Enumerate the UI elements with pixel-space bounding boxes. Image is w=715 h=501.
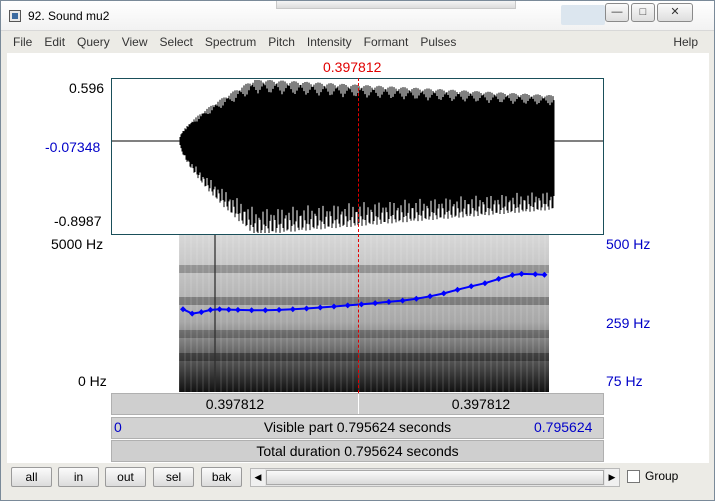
minimize-button[interactable]: — [605,3,629,22]
menu-spectrum[interactable]: Spectrum [199,35,262,49]
cursor-time-label: 0.397812 [323,59,382,75]
scroll-left-arrow-icon[interactable]: ◀ [251,469,265,486]
total-duration-bar[interactable]: Total duration 0.795624 seconds [111,440,604,462]
zoom-back-button[interactable]: bak [201,467,242,487]
sound-canvas[interactable]: 0.397812 0.596 -0.07348 -0.8987 5000 Hz … [7,53,709,463]
pitch-mid-label: 259 Hz [606,315,651,331]
spectrogram-band [179,265,549,273]
waveform-ymax-label: 0.596 [69,80,105,96]
window-title: 92. Sound mu2 [28,9,110,23]
pitch-min-label: 75 Hz [606,373,643,389]
sound-editor-window: 92. Sound mu2 — □ ✕ File Edit Query View… [0,0,715,501]
horizontal-scrollbar[interactable]: ◀ ▶ [250,468,620,487]
menu-select[interactable]: Select [154,35,199,49]
zoom-selection-button[interactable]: sel [153,467,194,487]
scroll-right-arrow-icon[interactable]: ▶ [605,469,619,486]
visible-end-label: 0.795624 [534,419,593,435]
cursor-time-bar[interactable]: 0.397812 0.397812 [111,393,604,415]
menu-help[interactable]: Help [667,35,704,49]
menu-intensity[interactable]: Intensity [301,35,358,49]
bottom-toolbar: all in out sel bak ◀ ▶ Group [7,465,709,493]
menu-edit[interactable]: Edit [38,35,71,49]
praat-window-icon [9,10,21,22]
zoom-out-button[interactable]: out [105,467,146,487]
waveform-trace [179,80,555,233]
close-button[interactable]: ✕ [657,3,693,22]
spectrogram-energy [179,235,549,392]
menu-file[interactable]: File [7,35,38,49]
maximize-button[interactable]: □ [631,3,655,22]
menu-formant[interactable]: Formant [358,35,415,49]
spectrogram-band [179,353,549,361]
right-part-time[interactable]: 0.397812 [359,394,603,414]
zoom-in-button[interactable]: in [58,467,99,487]
waveform-ymin-label: -0.8987 [54,213,102,229]
menu-bar: File Edit Query View Select Spectrum Pit… [7,32,709,52]
zoom-all-button[interactable]: all [11,467,52,487]
left-part-time[interactable]: 0.397812 [112,394,358,414]
title-bar[interactable]: 92. Sound mu2 — □ ✕ [1,1,714,31]
menu-pitch[interactable]: Pitch [262,35,301,49]
visible-part-label: Visible part 0.795624 seconds [263,419,452,435]
group-checkbox[interactable] [627,469,640,483]
spectrogram-freq-max-label: 5000 Hz [51,236,104,252]
pitch-max-label: 500 Hz [606,236,651,252]
group-checkbox-container[interactable]: Group [627,469,678,483]
background-window-edge [276,1,516,9]
spectrogram-band [179,330,549,338]
menu-query[interactable]: Query [71,35,116,49]
menu-pulses[interactable]: Pulses [414,35,462,49]
time-cursor-line[interactable] [358,78,359,393]
group-label: Group [645,469,679,483]
scrollbar-thumb[interactable] [266,470,604,485]
total-duration-label: Total duration 0.795624 seconds [256,443,459,459]
background-window-thumb [561,5,605,25]
spectrogram-freq-min-label: 0 Hz [78,373,107,389]
menu-view[interactable]: View [116,35,154,49]
waveform-cursor-value-label: -0.07348 [45,139,101,155]
